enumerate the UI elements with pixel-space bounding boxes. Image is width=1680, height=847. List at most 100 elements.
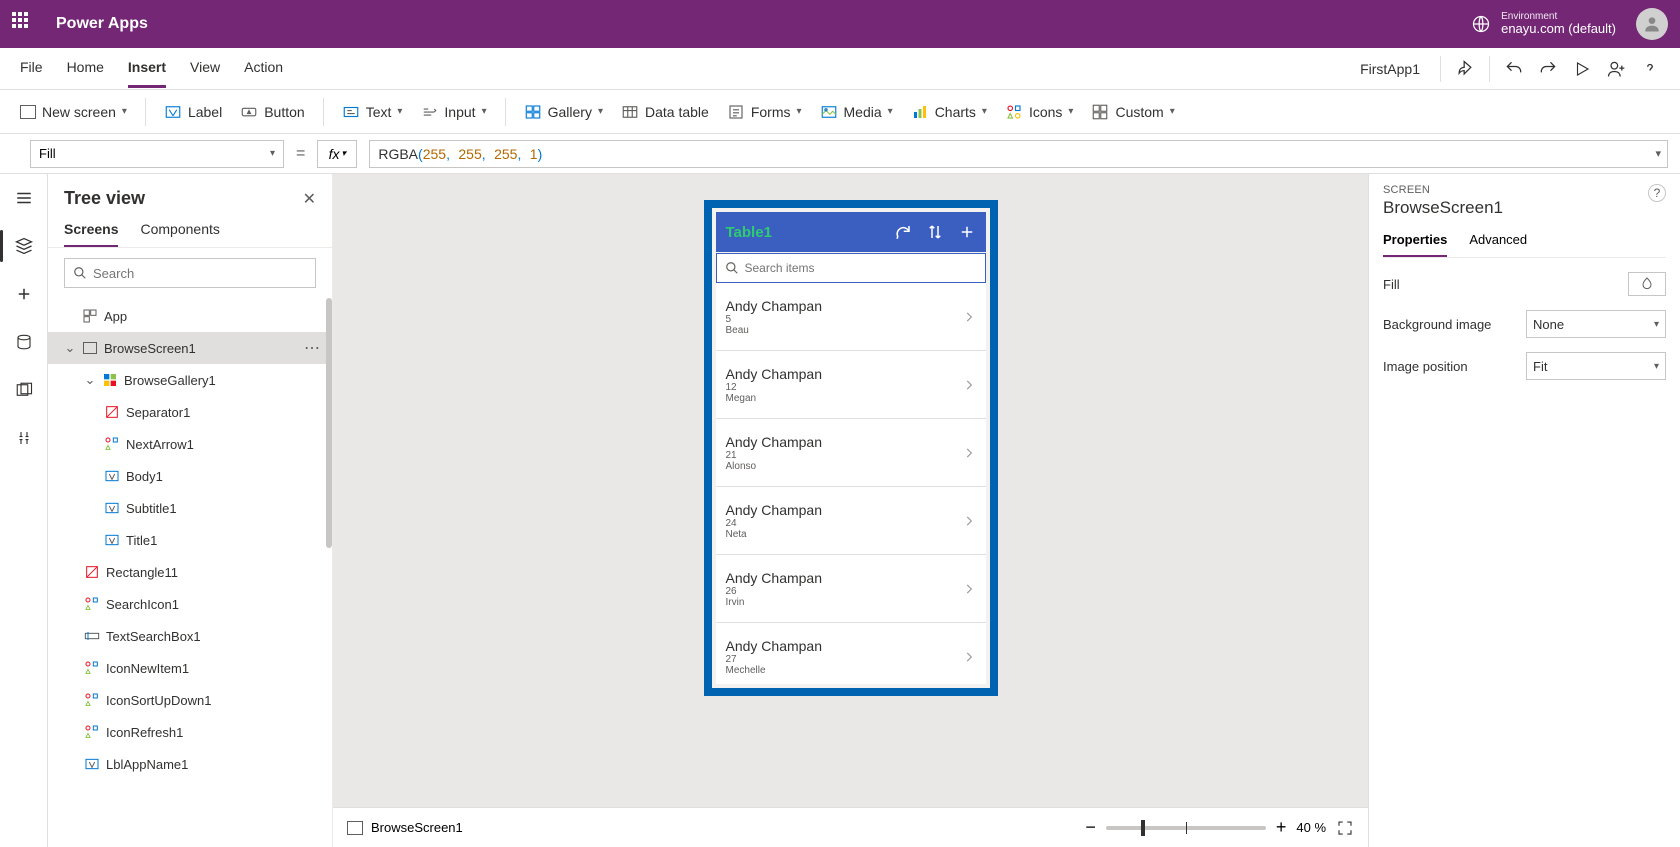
close-icon[interactable]: ✕ — [303, 189, 316, 209]
text-button[interactable]: Text▾ — [342, 103, 403, 121]
fx-button[interactable]: fx▾ — [317, 140, 357, 168]
app-launcher-icon[interactable] — [12, 12, 36, 36]
environment-picker[interactable]: Environment enayu.com (default) — [1471, 11, 1616, 36]
list-item[interactable]: Andy Champan 27 Mechelle — [716, 623, 986, 684]
chevron-right-icon[interactable] — [962, 650, 976, 664]
item-subtitle: 24 — [726, 518, 976, 529]
undo-icon[interactable] — [1504, 59, 1524, 79]
tree-node-browsescreen[interactable]: ⌄BrowseScreen1⋯ — [48, 332, 332, 364]
zoom-out-icon[interactable]: − — [1085, 817, 1096, 838]
user-avatar[interactable] — [1636, 8, 1668, 40]
zoom-slider[interactable] — [1106, 826, 1266, 830]
bgimage-select[interactable]: None▾ — [1526, 310, 1666, 338]
charts-button[interactable]: Charts▾ — [911, 103, 987, 121]
tree-node-textsearch[interactable]: TextSearchBox1 — [48, 620, 332, 652]
list-item[interactable]: Andy Champan 5 Beau — [716, 283, 986, 351]
item-title: Andy Champan — [726, 502, 976, 518]
environment-value: enayu.com (default) — [1501, 22, 1616, 36]
list-item[interactable]: Andy Champan 24 Neta — [716, 487, 986, 555]
menu-home[interactable]: Home — [67, 49, 104, 88]
tree-node-app[interactable]: App — [48, 300, 332, 332]
tree-node-lblappname[interactable]: LblAppName1 — [48, 748, 332, 780]
rail-treeview-icon[interactable] — [12, 234, 36, 258]
help-icon[interactable] — [1640, 59, 1660, 79]
rail-media-icon[interactable] — [12, 378, 36, 402]
tree-node-separator[interactable]: Separator1 — [48, 396, 332, 428]
tree-node-subtitle[interactable]: Subtitle1 — [48, 492, 332, 524]
tab-screens[interactable]: Screens — [64, 221, 118, 247]
menu-action[interactable]: Action — [244, 49, 283, 88]
rail-data-icon[interactable] — [12, 330, 36, 354]
icons-button[interactable]: Icons▾ — [1005, 103, 1074, 121]
tab-components[interactable]: Components — [140, 221, 219, 247]
device-preview[interactable]: Table1 Andy Champan 5 Beau Andy Champan … — [704, 200, 998, 696]
tree-scrollbar[interactable] — [324, 298, 332, 668]
tree-node-body[interactable]: Body1 — [48, 460, 332, 492]
chevron-right-icon[interactable] — [962, 378, 976, 392]
tree-node-title[interactable]: Title1 — [48, 524, 332, 556]
tree-view-panel: Tree view ✕ Screens Components App ⌄Brow… — [48, 174, 333, 847]
zoom-in-icon[interactable]: + — [1276, 817, 1287, 838]
property-selector[interactable]: Fill ▾ — [30, 140, 284, 168]
tree-node-nextarrow[interactable]: NextArrow1 — [48, 428, 332, 460]
new-screen-button[interactable]: New screen▾ — [20, 104, 127, 120]
play-icon[interactable] — [1572, 59, 1592, 79]
custom-button[interactable]: Custom▾ — [1091, 103, 1174, 121]
button-icon — [240, 103, 258, 121]
tree-node-searchicon[interactable]: SearchIcon1 — [48, 588, 332, 620]
datatable-button[interactable]: Data table — [621, 103, 709, 121]
add-icon[interactable] — [958, 223, 976, 241]
chevron-right-icon[interactable] — [962, 310, 976, 324]
formula-input[interactable]: RGBA(255, 255, 255, 1) ▾ — [369, 140, 1668, 168]
chevron-right-icon[interactable] — [962, 514, 976, 528]
list-item[interactable]: Andy Champan 26 Irvin — [716, 555, 986, 623]
tree-node-rectangle[interactable]: Rectangle11 — [48, 556, 332, 588]
prop-imgpos-label: Image position — [1383, 359, 1468, 374]
tree-search[interactable] — [64, 258, 316, 288]
media-button[interactable]: Media▾ — [820, 103, 893, 121]
forms-button[interactable]: Forms▾ — [727, 103, 802, 121]
expand-formula-icon[interactable]: ▾ — [1655, 147, 1661, 160]
chevron-right-icon[interactable] — [962, 582, 976, 596]
fill-color-picker[interactable] — [1628, 272, 1666, 296]
menu-view[interactable]: View — [190, 49, 220, 88]
button-button[interactable]: Button — [240, 103, 304, 121]
preview-search[interactable] — [716, 253, 986, 283]
rail-tools-icon[interactable] — [12, 426, 36, 450]
tab-advanced[interactable]: Advanced — [1469, 232, 1527, 257]
list-item[interactable]: Andy Champan 21 Alonso — [716, 419, 986, 487]
tree-search-input[interactable] — [93, 266, 307, 281]
redo-icon[interactable] — [1538, 59, 1558, 79]
refresh-icon[interactable] — [894, 223, 912, 241]
environment-label: Environment — [1501, 11, 1616, 22]
gallery-button[interactable]: Gallery▾ — [524, 103, 603, 121]
tree-node-iconrefresh[interactable]: IconRefresh1 — [48, 716, 332, 748]
item-subtitle: 5 — [726, 314, 976, 325]
more-icon[interactable]: ⋯ — [304, 338, 322, 358]
tab-properties[interactable]: Properties — [1383, 232, 1447, 257]
item-title: Andy Champan — [726, 638, 976, 654]
rail-hamburger-icon[interactable] — [12, 186, 36, 210]
input-button[interactable]: Input▾ — [420, 103, 486, 121]
rail-insert-icon[interactable] — [12, 282, 36, 306]
app-name[interactable]: FirstApp1 — [1360, 61, 1420, 77]
menu-file[interactable]: File — [20, 49, 43, 88]
app-checker-icon[interactable] — [1455, 59, 1475, 79]
preview-search-input[interactable] — [745, 261, 977, 275]
preview-header: Table1 — [716, 212, 986, 252]
footer-screen-name: BrowseScreen1 — [371, 820, 463, 835]
left-rail — [0, 174, 48, 847]
menu-insert[interactable]: Insert — [128, 49, 166, 88]
tree-node-gallery[interactable]: ⌄BrowseGallery1 — [48, 364, 332, 396]
tree-node-iconnew[interactable]: IconNewItem1 — [48, 652, 332, 684]
prop-bgimage-label: Background image — [1383, 317, 1491, 332]
label-button[interactable]: Label — [164, 103, 222, 121]
sort-icon[interactable] — [926, 223, 944, 241]
fit-screen-icon[interactable] — [1336, 819, 1354, 837]
share-icon[interactable] — [1606, 59, 1626, 79]
imgpos-select[interactable]: Fit▾ — [1526, 352, 1666, 380]
tree-node-iconsort[interactable]: IconSortUpDown1 — [48, 684, 332, 716]
chevron-right-icon[interactable] — [962, 446, 976, 460]
list-item[interactable]: Andy Champan 12 Megan — [716, 351, 986, 419]
help-icon[interactable]: ? — [1648, 184, 1666, 202]
